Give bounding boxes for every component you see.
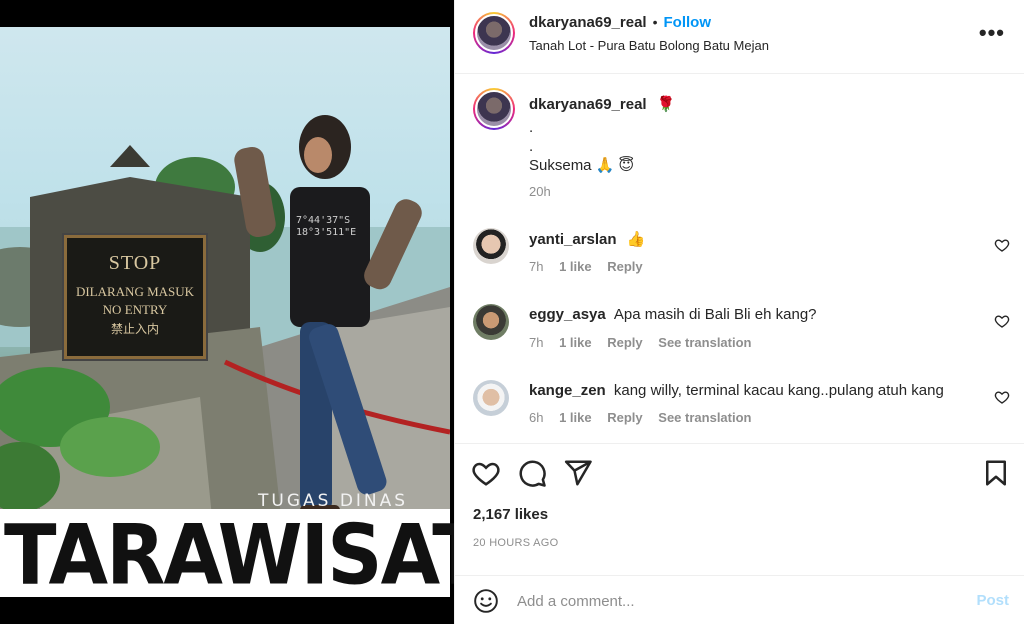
comment-likes[interactable]: 1 like: [559, 259, 592, 274]
caption-line-3: Suksema 🙏 😇: [529, 157, 635, 174]
overlay-title: TARAWISATA: [4, 507, 454, 605]
comment-body: eggy_asya Apa masih di Bali Bli eh kang?: [529, 305, 817, 324]
likes-count[interactable]: 2,167 likes: [473, 506, 548, 523]
follow-button[interactable]: Follow: [664, 14, 712, 31]
comment-time[interactable]: 7h: [529, 259, 543, 274]
like-comment-heart-icon[interactable]: [994, 389, 1010, 405]
sign-stop-text: STOP: [108, 252, 162, 274]
comment-time[interactable]: 6h: [529, 410, 543, 425]
shirt-print: 7°44'37"S 18°3'511"E: [296, 215, 357, 238]
author-avatar[interactable]: [473, 12, 515, 54]
separator-dot: •: [652, 14, 658, 30]
like-comment-heart-icon[interactable]: [994, 237, 1010, 253]
share-paper-plane-icon[interactable]: [563, 458, 593, 488]
caption-time[interactable]: 20h: [529, 184, 551, 199]
comment-likes[interactable]: 1 like: [559, 335, 592, 350]
more-options-icon[interactable]: •••: [979, 20, 1005, 46]
add-comment-input[interactable]: [517, 589, 957, 613]
comment-avatar[interactable]: [473, 228, 509, 264]
see-translation-link[interactable]: See translation: [658, 335, 751, 350]
caption-username[interactable]: dkaryana69_real: [529, 96, 647, 113]
like-heart-icon[interactable]: [471, 458, 501, 488]
reply-button[interactable]: Reply: [607, 410, 642, 425]
like-comment-heart-icon[interactable]: [994, 313, 1010, 329]
caption-avatar[interactable]: [473, 88, 515, 130]
action-bar: [455, 443, 1024, 444]
post-media[interactable]: STOP DILARANG MASUK NO ENTRY 禁止入内 7°44'3…: [0, 0, 454, 624]
location-link[interactable]: Tanah Lot - Pura Batu Bolong Batu Mejan: [529, 38, 769, 53]
comment-text: kang willy, terminal kacau kang..pulang …: [613, 382, 944, 399]
comment-text: 👍: [626, 231, 646, 248]
rose-emoji: 🌹: [656, 96, 676, 113]
emoji-picker-icon[interactable]: [473, 588, 499, 614]
header-title-row: dkaryana69_real • Follow: [529, 14, 711, 32]
caption-header: dkaryana69_real 🌹: [529, 95, 675, 114]
comment-username[interactable]: yanti_arslan: [529, 231, 617, 248]
post-header: dkaryana69_real • Follow Tanah Lot - Pura …: [455, 0, 1024, 74]
comment-composer: Post: [455, 575, 1024, 624]
instagram-post-viewer: STOP DILARANG MASUK NO ENTRY 禁止入内 7°44'3…: [0, 0, 1024, 624]
sign-line-2: DILARANG MASUK: [75, 284, 195, 299]
see-translation-link[interactable]: See translation: [658, 410, 751, 425]
comment-username[interactable]: kange_zen: [529, 382, 606, 399]
post-timestamp: 20 HOURS AGO: [473, 537, 559, 549]
comment-avatar[interactable]: [473, 304, 509, 340]
caption-line-2: .: [529, 138, 534, 155]
comment-time[interactable]: 7h: [529, 335, 543, 350]
reply-button[interactable]: Reply: [607, 335, 642, 350]
comment-meta: 7h 1 like Reply See translation: [529, 335, 751, 350]
comment-meta: 7h 1 like Reply: [529, 259, 643, 274]
post-panel: dkaryana69_real • Follow Tanah Lot - Pura …: [454, 0, 1024, 624]
sign-line-3: NO ENTRY: [102, 302, 168, 317]
reply-button[interactable]: Reply: [607, 259, 642, 274]
comment-body: kange_zen kang willy, terminal kacau kan…: [529, 381, 944, 400]
comment-bubble-icon[interactable]: [517, 458, 547, 488]
caption-line-1: .: [529, 119, 534, 136]
comment-username[interactable]: eggy_asya: [529, 306, 606, 323]
comment-avatar[interactable]: [473, 380, 509, 416]
save-bookmark-icon[interactable]: [981, 458, 1011, 488]
comment-likes[interactable]: 1 like: [559, 410, 592, 425]
post-comment-button[interactable]: Post: [976, 592, 1009, 609]
stop-sign: STOP DILARANG MASUK NO ENTRY 禁止入内: [62, 233, 208, 361]
comment-meta: 6h 1 like Reply See translation: [529, 410, 751, 425]
comment-text: Apa masih di Bali Bli eh kang?: [613, 306, 817, 323]
sign-line-4: 禁止入内: [110, 322, 159, 336]
comment-body: yanti_arslan 👍: [529, 230, 645, 249]
author-username[interactable]: dkaryana69_real: [529, 14, 647, 31]
